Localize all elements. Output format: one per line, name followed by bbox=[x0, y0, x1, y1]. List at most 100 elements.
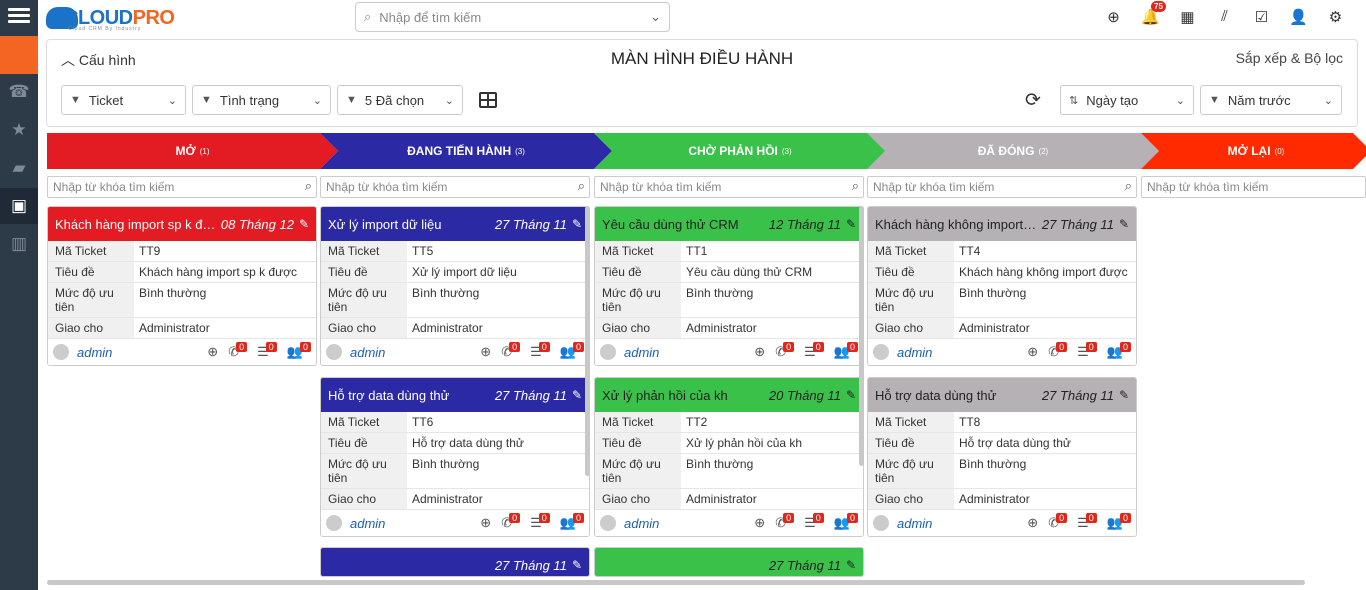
stage-multiselect[interactable]: ▼ 5 Đã chọn ⌄ bbox=[337, 85, 463, 115]
task-icon[interactable]: ☑ bbox=[1243, 8, 1280, 26]
card-header[interactable]: Xử lý phản hồi của kh 20 Tháng 11 ✎ bbox=[595, 378, 863, 412]
horizontal-scrollbar[interactable] bbox=[47, 580, 1305, 585]
calendar-icon[interactable]: ▦ bbox=[1169, 8, 1206, 26]
pencil-icon[interactable]: ✎ bbox=[299, 217, 309, 231]
task-count-badge: 0 bbox=[1085, 342, 1097, 352]
ticket-card[interactable]: Yêu cầu dùng thử CRM 12 Tháng 11 ✎ Mã Ticke… bbox=[594, 206, 864, 366]
refresh-icon[interactable]: ⟳ bbox=[1025, 89, 1041, 112]
star-icon[interactable]: ★ bbox=[0, 112, 38, 148]
pencil-icon[interactable]: ✎ bbox=[572, 388, 582, 402]
column-search-input[interactable]: Nhập từ khóa tìm kiếm ⌕ bbox=[867, 176, 1137, 198]
card-field-row: Giao cho Administrator bbox=[595, 318, 863, 339]
card-header[interactable]: Khách hàng import sp k được 08 Tháng 12 ✎ bbox=[48, 207, 316, 241]
config-toggle[interactable]: ︿ Cấu hình bbox=[61, 50, 136, 70]
card-header[interactable]: 27 Tháng 11 ✎ bbox=[595, 548, 863, 576]
column-scrollbar[interactable] bbox=[859, 206, 864, 466]
add-circle-icon[interactable]: ⊕ bbox=[754, 515, 765, 531]
column-search-input[interactable]: Nhập từ khóa tìm kiếm ⌕ bbox=[320, 176, 590, 198]
sort-filter-link[interactable]: Sắp xếp & Bộ lọc bbox=[1236, 50, 1343, 66]
owner-name[interactable]: admin bbox=[897, 516, 1017, 531]
status-select[interactable]: ▼ Tình trạng ⌄ bbox=[192, 85, 331, 115]
stage-waiting[interactable]: CHỜ PHẢN HỒI (3) bbox=[594, 133, 886, 169]
add-circle-icon[interactable]: ⊕ bbox=[480, 515, 491, 531]
card-title[interactable]: Yêu cầu dùng thử CRM bbox=[602, 217, 765, 232]
period-select[interactable]: ▼ Năm trước ⌄ bbox=[1200, 85, 1342, 115]
grid-layout-icon[interactable] bbox=[479, 92, 497, 108]
module-select[interactable]: ▼ Ticket ⌄ bbox=[61, 85, 186, 115]
field-label: Giao cho bbox=[321, 318, 407, 338]
ticket-card[interactable]: Khách hàng không import được27 Tháng 11✎… bbox=[867, 206, 1137, 366]
folder-icon[interactable]: ▰ bbox=[0, 150, 38, 186]
card-header[interactable]: Khách hàng không import được27 Tháng 11 ✎ bbox=[868, 207, 1136, 241]
add-circle-icon[interactable]: ⊕ bbox=[1027, 515, 1038, 531]
column-search-input[interactable]: Nhập từ khóa tìm kiếm bbox=[1141, 176, 1366, 198]
add-icon[interactable]: ⊕ bbox=[1095, 8, 1132, 26]
column-scrollbar[interactable] bbox=[585, 206, 590, 476]
chevron-down-icon: ⌄ bbox=[167, 94, 177, 107]
pencil-icon[interactable]: ✎ bbox=[572, 217, 582, 231]
card-field-row: Tiêu đề Hỗ trợ data dùng thử bbox=[868, 433, 1136, 454]
field-value: TT2 bbox=[686, 415, 708, 429]
card-header[interactable]: Yêu cầu dùng thử CRM 12 Tháng 11 ✎ bbox=[595, 207, 863, 241]
field-label: Tiêu đề bbox=[321, 262, 407, 282]
add-circle-icon[interactable]: ⊕ bbox=[207, 344, 218, 360]
bell-icon[interactable]: 🔔 75 bbox=[1132, 1, 1169, 26]
pencil-icon[interactable]: ✎ bbox=[846, 217, 856, 231]
add-circle-icon[interactable]: ⊕ bbox=[754, 344, 765, 360]
field-label: Mức độ ưu tiên bbox=[595, 283, 681, 317]
pencil-icon[interactable]: ✎ bbox=[846, 388, 856, 402]
ticket-card[interactable]: Xử lý import dữ liệu 27 Tháng 11 ✎ Mã Ticke… bbox=[320, 206, 590, 366]
ticket-card[interactable]: Khách hàng import sp k được 08 Tháng 12 ✎ M… bbox=[47, 206, 317, 366]
card-field-row: Tiêu đề Hỗ trợ data dùng thử bbox=[321, 433, 589, 454]
owner-name[interactable]: admin bbox=[350, 516, 470, 531]
dashboard-icon[interactable]: ▣ bbox=[0, 188, 38, 224]
owner-name[interactable]: admin bbox=[624, 516, 744, 531]
stage-closed[interactable]: ĐÃ ĐÓNG (2) bbox=[867, 133, 1159, 169]
gear-icon[interactable]: ⚙ bbox=[1317, 8, 1354, 26]
logo[interactable]: CLOUDPRO Cloud CRM By Industry bbox=[46, 4, 175, 32]
card-title[interactable]: Xử lý phản hồi của kh bbox=[602, 388, 765, 403]
menu-icon[interactable] bbox=[8, 5, 30, 25]
owner-name[interactable]: admin bbox=[624, 345, 744, 360]
field-label: Mức độ ưu tiên bbox=[48, 283, 134, 317]
card-header[interactable]: Xử lý import dữ liệu 27 Tháng 11 ✎ bbox=[321, 207, 589, 241]
pencil-icon[interactable]: ✎ bbox=[846, 558, 856, 572]
phonebook-icon[interactable]: ☎ bbox=[0, 74, 38, 110]
chevron-down-icon: ⌄ bbox=[1323, 94, 1333, 107]
card-header[interactable]: Hỗ trợ data dùng thử 27 Tháng 11 ✎ bbox=[868, 378, 1136, 412]
field-value: Bình thường bbox=[412, 457, 480, 471]
card-header[interactable]: 27 Tháng 11 ✎ bbox=[321, 548, 589, 576]
trash-icon[interactable]: ▥ bbox=[0, 226, 38, 262]
column-search-input[interactable]: Nhập từ khóa tìm kiếm ⌕ bbox=[47, 176, 317, 198]
card-title[interactable]: Khách hàng import sp k được bbox=[55, 217, 217, 232]
pencil-icon[interactable]: ✎ bbox=[1119, 388, 1129, 402]
add-circle-icon[interactable]: ⊕ bbox=[480, 344, 491, 360]
sort-select[interactable]: ⇅ Ngày tạo ⌄ bbox=[1060, 85, 1194, 115]
logo-tagline: Cloud CRM By Industry bbox=[68, 26, 142, 32]
user-icon[interactable]: 👤 bbox=[1280, 8, 1317, 26]
ticket-card[interactable]: 27 Tháng 11 ✎ bbox=[594, 547, 864, 577]
ticket-card[interactable]: 27 Tháng 11 ✎ bbox=[320, 547, 590, 577]
owner-name[interactable]: admin bbox=[897, 345, 1017, 360]
card-header[interactable]: Hỗ trợ data dùng thử 27 Tháng 11 ✎ bbox=[321, 378, 589, 412]
card-title[interactable]: Khách hàng không import được bbox=[875, 217, 1038, 232]
card-title[interactable]: Hỗ trợ data dùng thử bbox=[328, 388, 491, 403]
ticket-card[interactable]: Hỗ trợ data dùng thử 27 Tháng 11 ✎ Mã Ticke… bbox=[867, 377, 1137, 537]
column-search-input[interactable]: Nhập từ khóa tìm kiếm ⌕ bbox=[594, 176, 864, 198]
stage-in-progress[interactable]: ĐANG TIẾN HÀNH (3) bbox=[320, 133, 612, 169]
owner-name[interactable]: admin bbox=[77, 345, 197, 360]
global-search-input[interactable]: ⌕ Nhập để tìm kiếm ⌄ bbox=[355, 2, 670, 32]
owner-name[interactable]: admin bbox=[350, 345, 470, 360]
ticket-card[interactable]: Hỗ trợ data dùng thử 27 Tháng 11 ✎ Mã Ticke… bbox=[320, 377, 590, 537]
report-icon[interactable]: ⫽ bbox=[1206, 8, 1243, 26]
stage-open[interactable]: MỞ (1) bbox=[47, 133, 338, 169]
card-title[interactable]: Xử lý import dữ liệu bbox=[328, 217, 491, 232]
task-count-badge: 0 bbox=[538, 342, 550, 352]
pencil-icon[interactable]: ✎ bbox=[572, 558, 582, 572]
ticket-card[interactable]: Xử lý phản hồi của kh 20 Tháng 11 ✎ Mã Tick… bbox=[594, 377, 864, 537]
add-circle-icon[interactable]: ⊕ bbox=[1027, 344, 1038, 360]
stage-reopened[interactable]: MỞ LẠI (0) bbox=[1141, 133, 1366, 169]
field-label: Giao cho bbox=[868, 489, 954, 509]
pencil-icon[interactable]: ✎ bbox=[1119, 217, 1129, 231]
card-title[interactable]: Hỗ trợ data dùng thử bbox=[875, 388, 1038, 403]
